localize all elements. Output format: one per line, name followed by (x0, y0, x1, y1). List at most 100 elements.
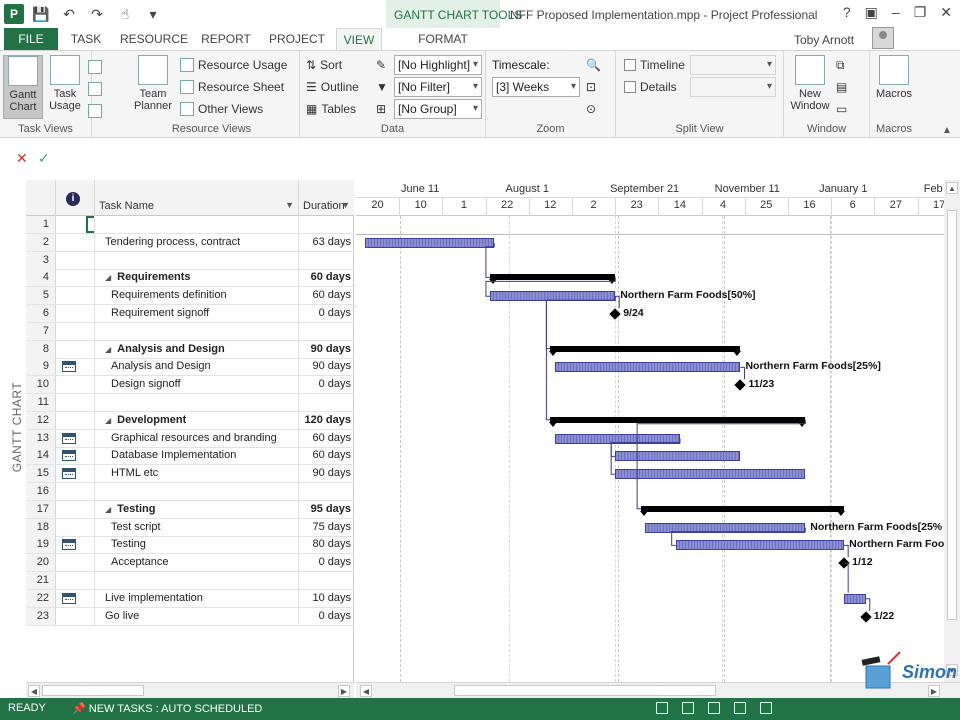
dependency-link[interactable] (844, 544, 849, 558)
task-name-cell[interactable] (95, 572, 299, 589)
row-id[interactable]: 21 (26, 572, 56, 589)
row-id[interactable]: 17 (26, 500, 56, 518)
dependency-link[interactable] (636, 419, 806, 510)
row-id[interactable]: 20 (26, 554, 56, 572)
row-id[interactable]: 14 (26, 447, 56, 465)
dependency-link[interactable] (865, 598, 871, 611)
task-name-cell[interactable]: Database Implementation (95, 447, 299, 465)
row-id[interactable]: 13 (26, 429, 56, 447)
duration-cell[interactable]: 0 days (299, 608, 354, 625)
zoom-icon[interactable]: 🔍 (586, 55, 601, 75)
duration-cell[interactable]: 90 days (299, 341, 354, 358)
task-name-cell[interactable]: ◢ Analysis and Design (95, 340, 299, 358)
task-name-cell[interactable]: Analysis and Design (95, 358, 299, 376)
indicator-cell[interactable] (56, 607, 95, 625)
table-row[interactable]: 12 ◢ Development 120 days (26, 411, 354, 430)
task-name-cell[interactable]: ◢ Testing (95, 500, 299, 518)
avatar[interactable] (872, 27, 894, 49)
row-id[interactable]: 1 (26, 216, 56, 233)
chart-scroll-thumb[interactable] (454, 685, 716, 696)
details-checkbox-box[interactable] (624, 81, 636, 93)
row-id[interactable]: 23 (26, 607, 56, 625)
duration-cell[interactable]: 10 days (299, 590, 354, 607)
group-select[interactable]: [No Group] (394, 99, 482, 119)
table-row[interactable]: 14 Database Implementation 60 days (26, 447, 354, 466)
task-name-cell[interactable] (95, 483, 299, 500)
collapse-icon[interactable]: ◢ (105, 273, 111, 282)
selected-tasks-icon[interactable]: ⊙ (586, 99, 596, 119)
collapse-icon[interactable]: ◢ (105, 416, 111, 425)
task-name-cell[interactable] (95, 394, 299, 411)
table-row[interactable]: 2 Tendering process, contract 63 days (26, 233, 354, 252)
tab-report[interactable]: REPORT (200, 28, 252, 50)
hide-window-icon[interactable]: ▭ (836, 99, 847, 119)
active-cell[interactable] (86, 216, 94, 233)
tab-task[interactable]: TASK (68, 28, 104, 50)
other-task-views-button[interactable] (88, 101, 102, 121)
row-id[interactable]: 5 (26, 287, 56, 305)
accept-entry-icon[interactable]: ✓ (38, 150, 50, 167)
duration-cell[interactable]: 95 days (299, 501, 354, 518)
duration-cell[interactable]: 60 days (299, 447, 354, 464)
duration-cell[interactable] (299, 252, 354, 269)
task-name-cell[interactable]: ◢ Requirements (95, 269, 299, 287)
indicator-cell[interactable] (56, 518, 95, 536)
indicator-cell[interactable] (56, 376, 95, 394)
indicator-cell[interactable] (56, 500, 95, 518)
entire-project-icon[interactable]: ⊡ (586, 77, 596, 97)
indicator-cell[interactable] (56, 322, 95, 340)
task-name-cell[interactable]: Test script (95, 518, 299, 536)
tab-project[interactable]: PROJECT (268, 28, 326, 50)
task-name-cell[interactable]: HTML etc (95, 465, 299, 483)
indicator-cell[interactable] (56, 394, 95, 411)
team-planner-view-icon[interactable] (708, 702, 720, 714)
macros-button[interactable]: Macros (872, 55, 916, 119)
dependency-link[interactable] (740, 366, 745, 380)
collapse-icon[interactable]: ◢ (105, 345, 111, 354)
task-usage-button[interactable]: Task Usage (44, 55, 86, 119)
indicator-cell[interactable] (56, 269, 95, 287)
indicator-cell[interactable] (56, 447, 95, 465)
dependency-link[interactable] (844, 562, 849, 593)
gantt-chart-button[interactable]: Gantt Chart (3, 55, 43, 119)
cancel-entry-icon[interactable]: ✕ (16, 150, 28, 167)
details-checkbox[interactable]: Details (624, 77, 677, 97)
duration-cell[interactable]: 0 days (299, 554, 354, 571)
duration-cell[interactable]: 75 days (299, 519, 354, 536)
indicator-cell[interactable] (56, 536, 95, 554)
tab-format[interactable]: FORMAT (414, 28, 472, 50)
tab-view[interactable]: VIEW (336, 28, 382, 50)
table-row[interactable]: 11 (26, 394, 354, 412)
indicator-cell[interactable] (56, 216, 95, 233)
task-name-cell[interactable] (95, 216, 299, 233)
indicator-cell[interactable] (56, 340, 95, 358)
dependency-link[interactable] (485, 277, 616, 297)
row-id[interactable]: 10 (26, 376, 56, 394)
indicator-cell[interactable] (56, 483, 95, 500)
dependency-link[interactable] (610, 438, 681, 457)
task-name-cell[interactable]: Testing (95, 536, 299, 554)
resource-sheet-button[interactable]: Resource Sheet (180, 77, 284, 97)
dependency-link[interactable] (610, 438, 681, 475)
undo-icon[interactable]: ↶ (58, 3, 80, 25)
indicator-cell[interactable] (56, 251, 95, 269)
vertical-scrollbar[interactable]: ▲ ▼ (944, 180, 960, 682)
scroll-right-icon[interactable]: ▶ (338, 685, 350, 697)
row-id[interactable]: 9 (26, 358, 56, 376)
duration-cell[interactable] (299, 216, 354, 233)
task-name-cell[interactable]: Requirements definition (95, 287, 299, 305)
timeline-checkbox[interactable]: Timeline (624, 55, 685, 75)
table-row[interactable]: 1 (26, 216, 354, 234)
restore-icon[interactable]: ❐ (914, 4, 927, 21)
grid-scroll-thumb[interactable] (42, 685, 144, 696)
task-name-cell[interactable] (95, 251, 299, 269)
task-name-cell[interactable]: Acceptance (95, 554, 299, 572)
vertical-scroll-thumb[interactable] (947, 210, 957, 620)
table-row[interactable]: 20 Acceptance 0 days (26, 554, 354, 573)
duration-cell[interactable]: 0 days (299, 305, 354, 322)
indicator-cell[interactable] (56, 572, 95, 589)
touch-mode-icon[interactable]: ☝ (114, 3, 136, 25)
task-name-cell[interactable]: Design signoff (95, 376, 299, 394)
duration-cell[interactable] (299, 483, 354, 500)
scroll-left-icon[interactable]: ◀ (28, 685, 40, 697)
